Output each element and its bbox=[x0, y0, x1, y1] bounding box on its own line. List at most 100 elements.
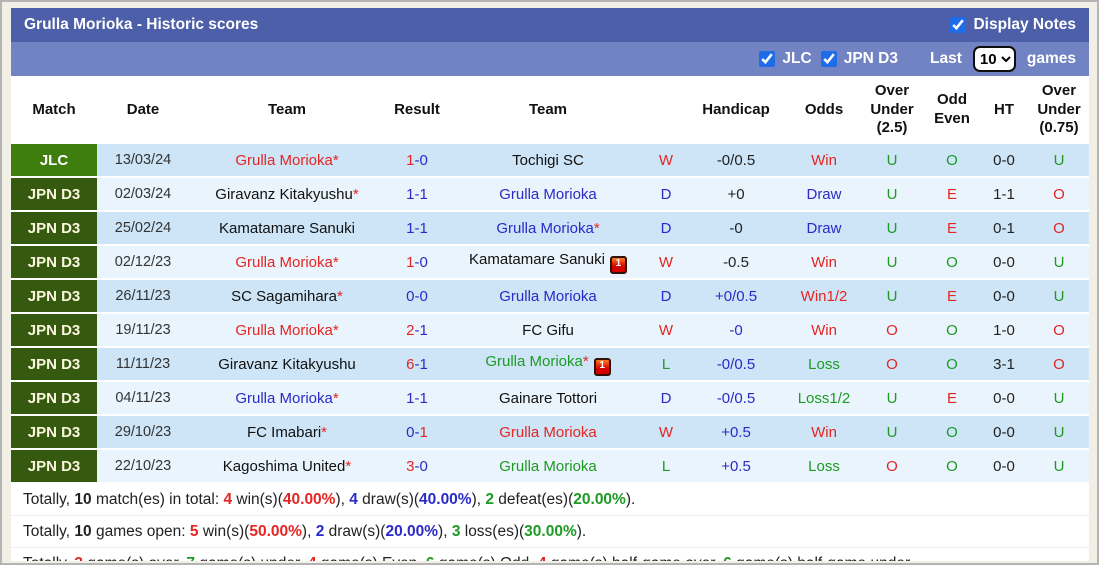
asterisk-mark: * bbox=[352, 185, 359, 203]
team-name: Grulla Morioka bbox=[235, 321, 333, 339]
summary-segment: 40.00% bbox=[419, 491, 472, 508]
date-cell: 04/11/23 bbox=[97, 381, 189, 416]
display-notes-checkbox[interactable] bbox=[950, 17, 967, 33]
date-cell: 26/11/23 bbox=[97, 279, 189, 314]
summary-segment: loss(es)( bbox=[460, 523, 525, 540]
team-name: Grulla Morioka bbox=[499, 287, 597, 305]
date-cell: 29/10/23 bbox=[97, 415, 189, 450]
result-letter-cell: W bbox=[647, 144, 685, 178]
over-under-2-5-cell: O bbox=[861, 449, 923, 484]
away-team-cell: Grulla Morioka bbox=[449, 279, 647, 314]
asterisk-mark: * bbox=[332, 321, 339, 339]
summary-segment: game(s) under, bbox=[195, 555, 308, 561]
summary-segment: win(s)( bbox=[198, 523, 250, 540]
match-row: JPN D3 25/02/24 Kamatamare Sanuki 1-1 Grulla… bbox=[11, 211, 1089, 246]
league-cell: JPN D3 bbox=[11, 211, 97, 246]
column-header: Odds bbox=[787, 76, 861, 144]
display-notes-group: Display Notes bbox=[950, 16, 1076, 34]
summary-segment: 10 bbox=[74, 491, 92, 508]
summary-segment: game(s) half-game under bbox=[732, 555, 910, 561]
result-letter-cell: L bbox=[647, 449, 685, 484]
home-score: 0 bbox=[406, 287, 415, 305]
over-under-0-75-cell: U bbox=[1027, 415, 1089, 450]
match-row: JPN D3 26/11/23 SC Sagamihara* 0-0 Grulla Mo… bbox=[11, 279, 1089, 314]
over-under-2-5-cell: O bbox=[861, 313, 923, 348]
column-header: Match bbox=[11, 76, 97, 144]
summary-segment: 30.00% bbox=[524, 523, 577, 540]
handicap-cell: -0 bbox=[685, 313, 787, 348]
result-letter-cell: W bbox=[647, 415, 685, 450]
match-row: JLC 13/03/24 Grulla Morioka* 1-0 Tochigi SC W… bbox=[11, 144, 1089, 178]
over-under-2-5-cell: U bbox=[861, 279, 923, 314]
ht-score-cell: 1-0 bbox=[981, 313, 1027, 348]
match-row: JPN D3 04/11/23 Grulla Morioka* 1-1 Gainare … bbox=[11, 381, 1089, 416]
ht-score-cell: 1-1 bbox=[981, 177, 1027, 212]
ht-score-cell: 0-0 bbox=[981, 415, 1027, 450]
home-score: 1 bbox=[406, 185, 415, 203]
table-header: Match Date Team Result Team Handicap Odds Over … bbox=[11, 76, 1089, 144]
filter-jpnd3-checkbox[interactable] bbox=[820, 51, 837, 67]
summary-segment: game(s) over, bbox=[83, 555, 186, 561]
filter-jlc-label: JLC bbox=[782, 50, 812, 67]
asterisk-mark: * bbox=[332, 253, 339, 271]
filter-jpnd3-label: JPN D3 bbox=[843, 50, 898, 67]
home-score: 1 bbox=[406, 219, 415, 237]
handicap-cell: -0 bbox=[685, 211, 787, 246]
team-name: Kamatamare Sanuki bbox=[469, 250, 605, 268]
summary-segment: draw(s)( bbox=[324, 523, 386, 540]
score-cell: 6-1 bbox=[385, 347, 449, 382]
league-cell: JPN D3 bbox=[11, 381, 97, 416]
home-team-cell: FC Imabari* bbox=[189, 415, 385, 450]
summary-segment: 50.00% bbox=[249, 523, 302, 540]
team-name: Kamatamare Sanuki bbox=[219, 219, 355, 237]
team-name: Giravanz Kitakyushu bbox=[218, 355, 356, 373]
date-cell: 02/12/23 bbox=[97, 245, 189, 280]
home-score: 3 bbox=[406, 457, 415, 475]
odd-even-cell: O bbox=[923, 449, 981, 484]
summary-segment: games open: bbox=[91, 523, 190, 540]
summary-line: Totally, 10 match(es) in total: 4 win(s)… bbox=[11, 484, 1089, 515]
ht-score-cell: 0-1 bbox=[981, 211, 1027, 246]
summary-segment: 5 bbox=[189, 523, 199, 540]
match-row: JPN D3 02/12/23 Grulla Morioka* 1-0 Kamatama… bbox=[11, 245, 1089, 280]
summary-segment: ), bbox=[471, 491, 486, 508]
widget-frame: Grulla Morioka - Historic scores Display… bbox=[0, 0, 1099, 565]
games-count-select[interactable]: 10 bbox=[972, 46, 1016, 72]
summary-segment: 40.00% bbox=[282, 491, 336, 508]
summary-segment: 3 bbox=[74, 555, 83, 561]
handicap-cell: -0/0.5 bbox=[685, 144, 787, 178]
home-score: 6 bbox=[406, 355, 415, 373]
column-header: Over Under (0.75) bbox=[1027, 76, 1089, 144]
league-cell: JLC bbox=[11, 144, 97, 178]
date-cell: 13/03/24 bbox=[97, 144, 189, 178]
over-under-2-5-cell: U bbox=[861, 177, 923, 212]
column-header: HT bbox=[981, 76, 1027, 144]
odds-cell: Draw bbox=[787, 177, 861, 212]
away-score: 1 bbox=[419, 219, 428, 237]
team-name: Grulla Morioka bbox=[496, 219, 594, 237]
team-name: Grulla Morioka bbox=[235, 389, 333, 407]
team-name: Grulla Morioka bbox=[235, 253, 333, 271]
games-label: games bbox=[1026, 50, 1076, 67]
asterisk-mark: * bbox=[593, 219, 600, 237]
match-row: JPN D3 19/11/23 Grulla Morioka* 2-1 FC Gifu W… bbox=[11, 313, 1089, 348]
league-cell: JPN D3 bbox=[11, 177, 97, 212]
summary-segment: 6 bbox=[426, 555, 435, 561]
odd-even-cell: O bbox=[923, 144, 981, 178]
asterisk-mark: * bbox=[345, 457, 352, 475]
match-row: JPN D3 11/11/23 Giravanz Kitakyushu 6-1 Grul… bbox=[11, 347, 1089, 382]
result-letter-cell: W bbox=[647, 245, 685, 280]
odds-cell: Win bbox=[787, 415, 861, 450]
summary-segment: ), bbox=[438, 523, 452, 540]
summary-line: Totally, 3 game(s) over, 7 game(s) under… bbox=[11, 547, 1089, 561]
column-header: Over Under (2.5) bbox=[861, 76, 923, 144]
result-letter-cell: D bbox=[647, 381, 685, 416]
date-cell: 25/02/24 bbox=[97, 211, 189, 246]
team-name: Grulla Morioka bbox=[499, 185, 597, 203]
home-score: 1 bbox=[406, 389, 415, 407]
header-row: Match Date Team Result Team Handicap Odds Over … bbox=[11, 76, 1089, 144]
away-team-cell: Gainare Tottori bbox=[449, 381, 647, 416]
filter-jlc-checkbox[interactable] bbox=[759, 51, 776, 67]
away-score: 0 bbox=[419, 253, 428, 271]
odds-cell: Loss bbox=[787, 449, 861, 484]
